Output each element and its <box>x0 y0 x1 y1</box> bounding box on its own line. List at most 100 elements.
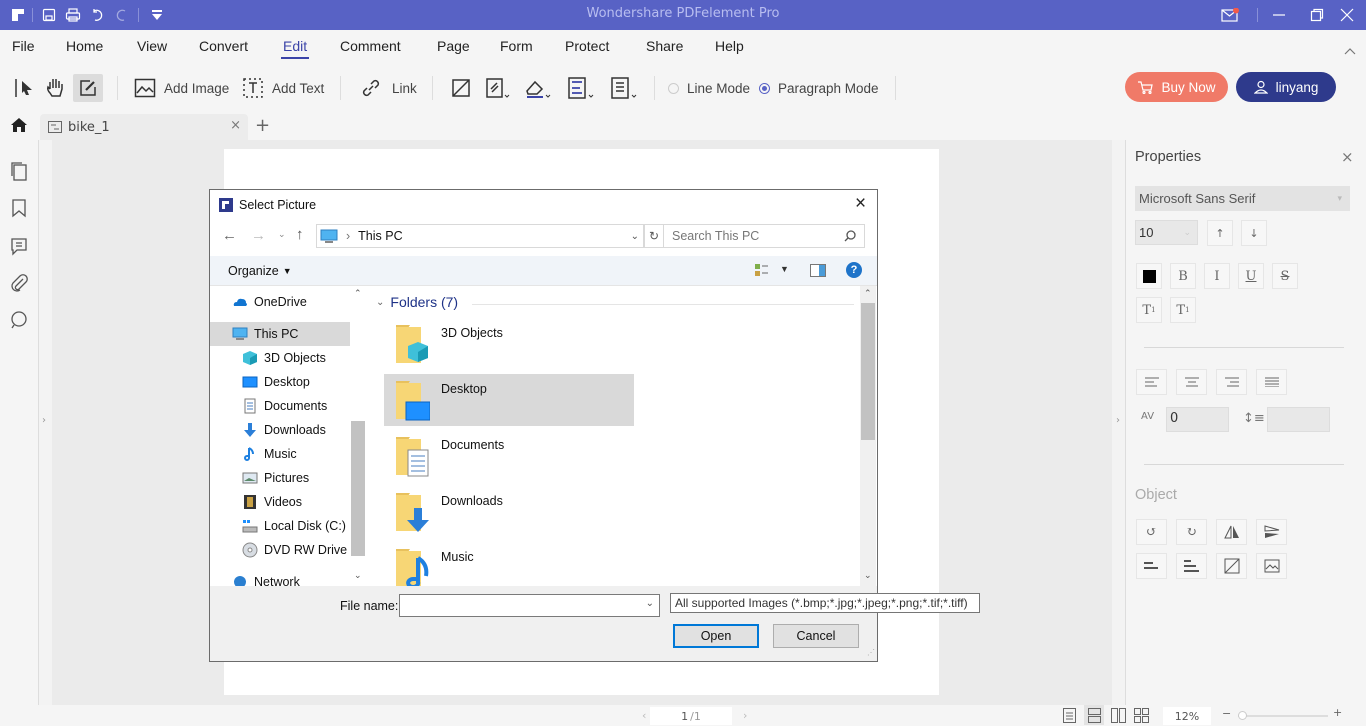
recent-locations-icon[interactable]: ⌄ <box>278 229 286 240</box>
rotate-right-button[interactable]: ↻ <box>1176 519 1207 545</box>
file-name-dropdown-icon[interactable]: ⌄ <box>646 598 654 609</box>
menu-share[interactable]: Share <box>646 38 683 54</box>
menu-protect[interactable]: Protect <box>565 38 609 54</box>
line-spacing-input[interactable] <box>1267 407 1330 432</box>
strikethrough-button[interactable]: S <box>1272 263 1298 289</box>
bates-number-icon[interactable] <box>610 74 638 102</box>
nav-dvd-drive[interactable]: DVD RW Drive (D <box>210 538 364 562</box>
rotate-left-button[interactable]: ↺ <box>1136 519 1167 545</box>
dialog-close-button[interactable]: × <box>855 193 866 215</box>
scroll-down-icon[interactable]: ⌄ <box>864 570 872 581</box>
nav-local-disk[interactable]: Local Disk (C:) <box>210 514 350 538</box>
maximize-button[interactable] <box>1308 6 1326 24</box>
folder-desktop[interactable]: Desktop <box>384 374 634 426</box>
font-size-select[interactable]: 10 ⌄ <box>1135 220 1198 245</box>
increase-font-button[interactable]: ↑ <box>1207 220 1233 246</box>
file-name-input[interactable]: ⌄ <box>399 594 660 617</box>
flip-horizontal-button[interactable] <box>1216 519 1247 545</box>
nav-documents[interactable]: Documents <box>210 394 350 418</box>
nav-desktop[interactable]: Desktop <box>210 370 350 394</box>
right-panel-toggle[interactable]: › <box>1112 140 1125 705</box>
zoom-slider-handle[interactable] <box>1238 711 1247 720</box>
paragraph-mode-radio[interactable]: Paragraph Mode <box>759 74 879 102</box>
nav-this-pc[interactable]: This PC <box>210 322 350 346</box>
justify-button[interactable] <box>1256 369 1287 395</box>
folder-documents[interactable]: Documents <box>384 430 634 482</box>
comments-icon[interactable] <box>9 236 29 256</box>
background-icon[interactable] <box>524 74 552 102</box>
resize-grip-icon[interactable]: ⋰ <box>867 648 875 657</box>
two-page-continuous-icon[interactable] <box>1134 708 1149 726</box>
prev-page-icon[interactable]: ‹ <box>642 709 646 722</box>
address-bar[interactable]: › This PC ⌄ <box>316 224 644 248</box>
folders-group-header[interactable]: ⌄ Folders (7) <box>376 294 458 310</box>
menu-comment[interactable]: Comment <box>340 38 401 54</box>
italic-button[interactable]: I <box>1204 263 1230 289</box>
continuous-view-icon[interactable] <box>1084 705 1104 725</box>
nav-scrollbar[interactable]: ⌃ ⌄ <box>350 286 366 586</box>
expand-right-icon[interactable]: › <box>1116 415 1120 426</box>
text-color-button[interactable] <box>1136 263 1162 289</box>
font-family-select[interactable]: Microsoft Sans Serif ▾ <box>1135 186 1350 211</box>
menu-view[interactable]: View <box>137 38 167 54</box>
two-page-view-icon[interactable] <box>1111 708 1126 726</box>
line-mode-radio[interactable]: Line Mode <box>668 74 750 102</box>
underline-button[interactable]: U <box>1238 263 1264 289</box>
nav-downloads[interactable]: Downloads <box>210 418 350 442</box>
home-icon[interactable] <box>10 117 28 137</box>
open-button[interactable]: Open <box>673 624 759 648</box>
view-dropdown-icon[interactable]: ▼ <box>780 264 789 274</box>
nav-3d-objects[interactable]: 3D Objects <box>210 346 350 370</box>
edit-tool-icon[interactable] <box>73 74 103 102</box>
folder-music[interactable]: Music <box>384 542 634 586</box>
address-dropdown-icon[interactable]: ⌄ <box>631 231 639 242</box>
zoom-in-button[interactable]: + <box>1333 706 1342 719</box>
menu-home[interactable]: Home <box>66 38 103 54</box>
user-account-button[interactable]: linyang <box>1236 72 1336 102</box>
single-page-view-icon[interactable] <box>1063 708 1076 726</box>
file-scroll-thumb[interactable] <box>861 303 875 440</box>
next-page-icon[interactable]: › <box>743 709 747 722</box>
folder-3d-objects[interactable]: 3D Objects <box>384 318 634 370</box>
hand-tool-icon[interactable] <box>44 74 66 102</box>
watermark-icon[interactable] <box>485 74 511 102</box>
scroll-down-icon[interactable]: ⌄ <box>354 570 362 581</box>
cancel-button[interactable]: Cancel <box>773 624 859 648</box>
preview-pane-icon[interactable] <box>810 264 826 280</box>
file-list-scrollbar[interactable]: ⌃ ⌄ <box>860 286 876 586</box>
close-button[interactable] <box>1338 6 1356 24</box>
menu-convert[interactable]: Convert <box>199 38 248 54</box>
subscript-button[interactable]: T1 <box>1170 297 1196 323</box>
align-center-button[interactable] <box>1176 369 1207 395</box>
decrease-font-button[interactable]: ↓ <box>1241 220 1267 246</box>
nav-music[interactable]: Music <box>210 442 350 466</box>
scroll-up-icon[interactable]: ⌃ <box>354 288 362 299</box>
character-spacing-input[interactable]: 0 <box>1166 407 1229 432</box>
tab-bike-1[interactable]: bike_1 × <box>40 114 248 140</box>
add-image-button[interactable]: Add Image <box>134 74 229 102</box>
nav-pictures[interactable]: Pictures <box>210 466 350 490</box>
menu-file[interactable]: File <box>12 38 35 54</box>
nav-videos[interactable]: Videos <box>210 490 350 514</box>
menu-page[interactable]: Page <box>437 38 470 54</box>
mail-icon[interactable] <box>1221 6 1239 24</box>
organize-button[interactable]: Organize ▼ <box>228 264 292 278</box>
add-text-button[interactable]: Add Text <box>242 74 324 102</box>
forward-arrow-icon[interactable]: → <box>251 227 266 244</box>
zoom-level-input[interactable]: 12% <box>1163 707 1211 725</box>
attachment-icon[interactable] <box>9 273 29 293</box>
new-tab-icon[interactable]: + <box>255 115 270 136</box>
page-number-input[interactable]: 1 /1 <box>650 707 732 725</box>
menu-help[interactable]: Help <box>715 38 744 54</box>
collapse-ribbon-icon[interactable] <box>1344 44 1356 59</box>
header-footer-icon[interactable] <box>567 74 595 102</box>
distribute-objects-button[interactable] <box>1176 553 1207 579</box>
change-view-icon[interactable] <box>755 264 769 281</box>
menu-edit[interactable]: Edit <box>280 38 310 59</box>
file-type-select[interactable]: All supported Images (*.bmp;*.jpg;*.jpeg… <box>670 593 980 613</box>
menu-form[interactable]: Form <box>500 38 533 54</box>
left-panel-toggle[interactable]: › <box>39 140 52 705</box>
thumbnails-icon[interactable] <box>9 161 29 181</box>
nav-onedrive[interactable]: OneDrive <box>210 290 350 314</box>
buy-now-button[interactable]: Buy Now <box>1125 72 1228 102</box>
